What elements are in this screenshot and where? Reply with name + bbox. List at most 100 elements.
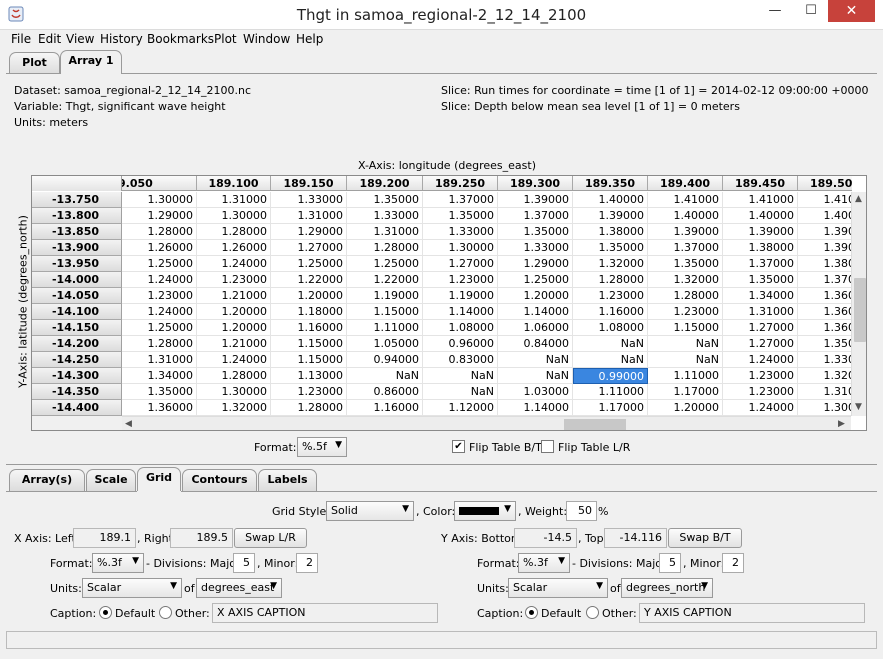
tab-contours[interactable]: Contours — [182, 469, 257, 491]
table-cell[interactable]: 1.28000 — [648, 288, 723, 304]
tab-plot[interactable]: Plot — [9, 52, 60, 74]
y-caption-other-radio[interactable] — [586, 606, 599, 619]
vertical-scrollbar[interactable]: ▲ ▼ — [851, 192, 866, 416]
table-cell[interactable]: 1.08000 — [573, 320, 648, 336]
table-cell[interactable]: 1.35000 — [498, 224, 573, 240]
table-cell[interactable]: 1.20000 — [271, 288, 347, 304]
table-cell[interactable]: 1.27000 — [271, 240, 347, 256]
table-cell[interactable]: 1.13000 — [271, 368, 347, 384]
row-header[interactable]: -13.800 — [32, 208, 122, 224]
table-cell[interactable]: 1.19000 — [423, 288, 498, 304]
close-button[interactable]: ✕ — [828, 0, 875, 22]
table-cell[interactable]: 1.03000 — [498, 384, 573, 400]
column-header[interactable]: 189.500 — [798, 176, 852, 190]
table-cell[interactable]: 1.35000 — [648, 256, 723, 272]
table-cell[interactable]: NaN — [423, 368, 498, 384]
table-cell[interactable]: 1.39000 — [723, 224, 798, 240]
table-cell[interactable]: 1.26000 — [197, 240, 271, 256]
table-cell[interactable]: 1.15000 — [648, 320, 723, 336]
table-cell[interactable]: 1.37000 — [498, 208, 573, 224]
table-cell[interactable]: 1.26000 — [122, 240, 197, 256]
table-cell[interactable]: NaN — [648, 352, 723, 368]
table-cell[interactable]: 1.41000 — [723, 192, 798, 208]
menu-help[interactable]: Help — [296, 32, 323, 46]
table-cell[interactable]: 1.31000 — [122, 352, 197, 368]
scroll-up-arrow-icon[interactable]: ▲ — [855, 194, 862, 204]
grid-color-select[interactable]: ▼ — [454, 501, 516, 521]
table-cell[interactable]: 1.30000 — [197, 208, 271, 224]
table-cell[interactable]: 1.31000 — [271, 208, 347, 224]
format-select[interactable]: %.5f ▼ — [297, 437, 347, 457]
table-cell[interactable]: 1.28000 — [347, 240, 423, 256]
table-cell[interactable]: 1.28000 — [271, 400, 347, 416]
table-cell[interactable]: 0.96000 — [423, 336, 498, 352]
table-cell[interactable]: 1.18000 — [271, 304, 347, 320]
row-header[interactable]: -14.150 — [32, 320, 122, 336]
table-cell[interactable]: NaN — [573, 352, 648, 368]
column-header[interactable]: 189.100 — [197, 176, 271, 190]
table-cell[interactable]: 1.19000 — [347, 288, 423, 304]
table-cell[interactable]: 1.27000 — [723, 320, 798, 336]
tab-grid[interactable]: Grid — [137, 467, 181, 491]
table-cell[interactable]: 1.22000 — [271, 272, 347, 288]
table-cell[interactable]: 1.31000 — [723, 304, 798, 320]
row-header[interactable]: -14.400 — [32, 400, 122, 416]
flip-lr-checkbox[interactable] — [541, 440, 554, 453]
table-cell[interactable]: 1.28000 — [122, 224, 197, 240]
table-cell[interactable]: 1.32000 — [573, 256, 648, 272]
table-cell[interactable]: 1.15000 — [347, 304, 423, 320]
table-cell[interactable]: 1.20000 — [197, 304, 271, 320]
table-cell[interactable]: NaN — [423, 384, 498, 400]
table-cell[interactable]: 1.16000 — [347, 400, 423, 416]
table-cell[interactable]: 1.06000 — [498, 320, 573, 336]
table-cell[interactable]: 1.23000 — [573, 288, 648, 304]
tab-arrays[interactable]: Array(s) — [9, 469, 85, 491]
tab-array-1[interactable]: Array 1 — [60, 50, 122, 74]
y-minor-input[interactable]: 2 — [722, 553, 744, 573]
table-cell[interactable]: 1.38000 — [723, 240, 798, 256]
column-header[interactable]: 189.200 — [347, 176, 423, 190]
table-cell[interactable]: 1.23000 — [648, 304, 723, 320]
table-cell[interactable]: 1.35000 — [122, 384, 197, 400]
table-cell[interactable]: 1.27000 — [723, 336, 798, 352]
table-cell[interactable]: 1.28000 — [197, 224, 271, 240]
table-cell[interactable]: 1.37000 — [723, 256, 798, 272]
table-cell[interactable]: 1.20000 — [498, 288, 573, 304]
table-cell[interactable]: 1.30000 — [197, 384, 271, 400]
table-cell[interactable]: 1.34000 — [122, 368, 197, 384]
table-cell[interactable]: 1.27000 — [423, 256, 498, 272]
row-header[interactable]: -14.200 — [32, 336, 122, 352]
tab-labels[interactable]: Labels — [258, 469, 317, 491]
table-cell[interactable]: 0.83000 — [423, 352, 498, 368]
table-cell[interactable]: 0.86000 — [347, 384, 423, 400]
table-cell[interactable]: 0.94000 — [347, 352, 423, 368]
table-cell[interactable]: 1.25000 — [498, 272, 573, 288]
scroll-right-arrow-icon[interactable]: ▶ — [838, 419, 845, 429]
table-cell[interactable]: 1.11000 — [573, 384, 648, 400]
grid-weight-input[interactable]: 50 — [566, 501, 597, 521]
table-cell[interactable]: 1.37000 — [648, 240, 723, 256]
row-header[interactable]: -13.850 — [32, 224, 122, 240]
table-cell[interactable]: 1.11000 — [648, 368, 723, 384]
table-cell[interactable]: 1.24000 — [197, 256, 271, 272]
table-cell[interactable]: 1.12000 — [423, 400, 498, 416]
row-header[interactable]: -14.300 — [32, 368, 122, 384]
menu-bookmarks[interactable]: Bookmarks — [147, 32, 214, 46]
table-cell[interactable]: 1.40000 — [573, 192, 648, 208]
table-cell[interactable]: 1.23000 — [723, 368, 798, 384]
x-caption-default-radio[interactable] — [99, 606, 112, 619]
column-header[interactable]: 189.450 — [723, 176, 798, 190]
table-cell[interactable]: 1.16000 — [573, 304, 648, 320]
y-units-select[interactable]: Scalar ▼ — [508, 578, 608, 598]
table-cell[interactable]: 1.25000 — [347, 256, 423, 272]
table-cell[interactable]: 1.31000 — [347, 224, 423, 240]
menu-history[interactable]: History — [100, 32, 143, 46]
row-header[interactable]: -14.250 — [32, 352, 122, 368]
table-cell[interactable]: 0.84000 — [498, 336, 573, 352]
menu-file[interactable]: File — [11, 32, 31, 46]
table-cell[interactable]: 1.23000 — [423, 272, 498, 288]
x-caption-other-radio[interactable] — [159, 606, 172, 619]
table-cell[interactable]: 1.40000 — [723, 208, 798, 224]
table-cell[interactable]: 1.15000 — [271, 336, 347, 352]
table-cell[interactable]: 1.11000 — [347, 320, 423, 336]
